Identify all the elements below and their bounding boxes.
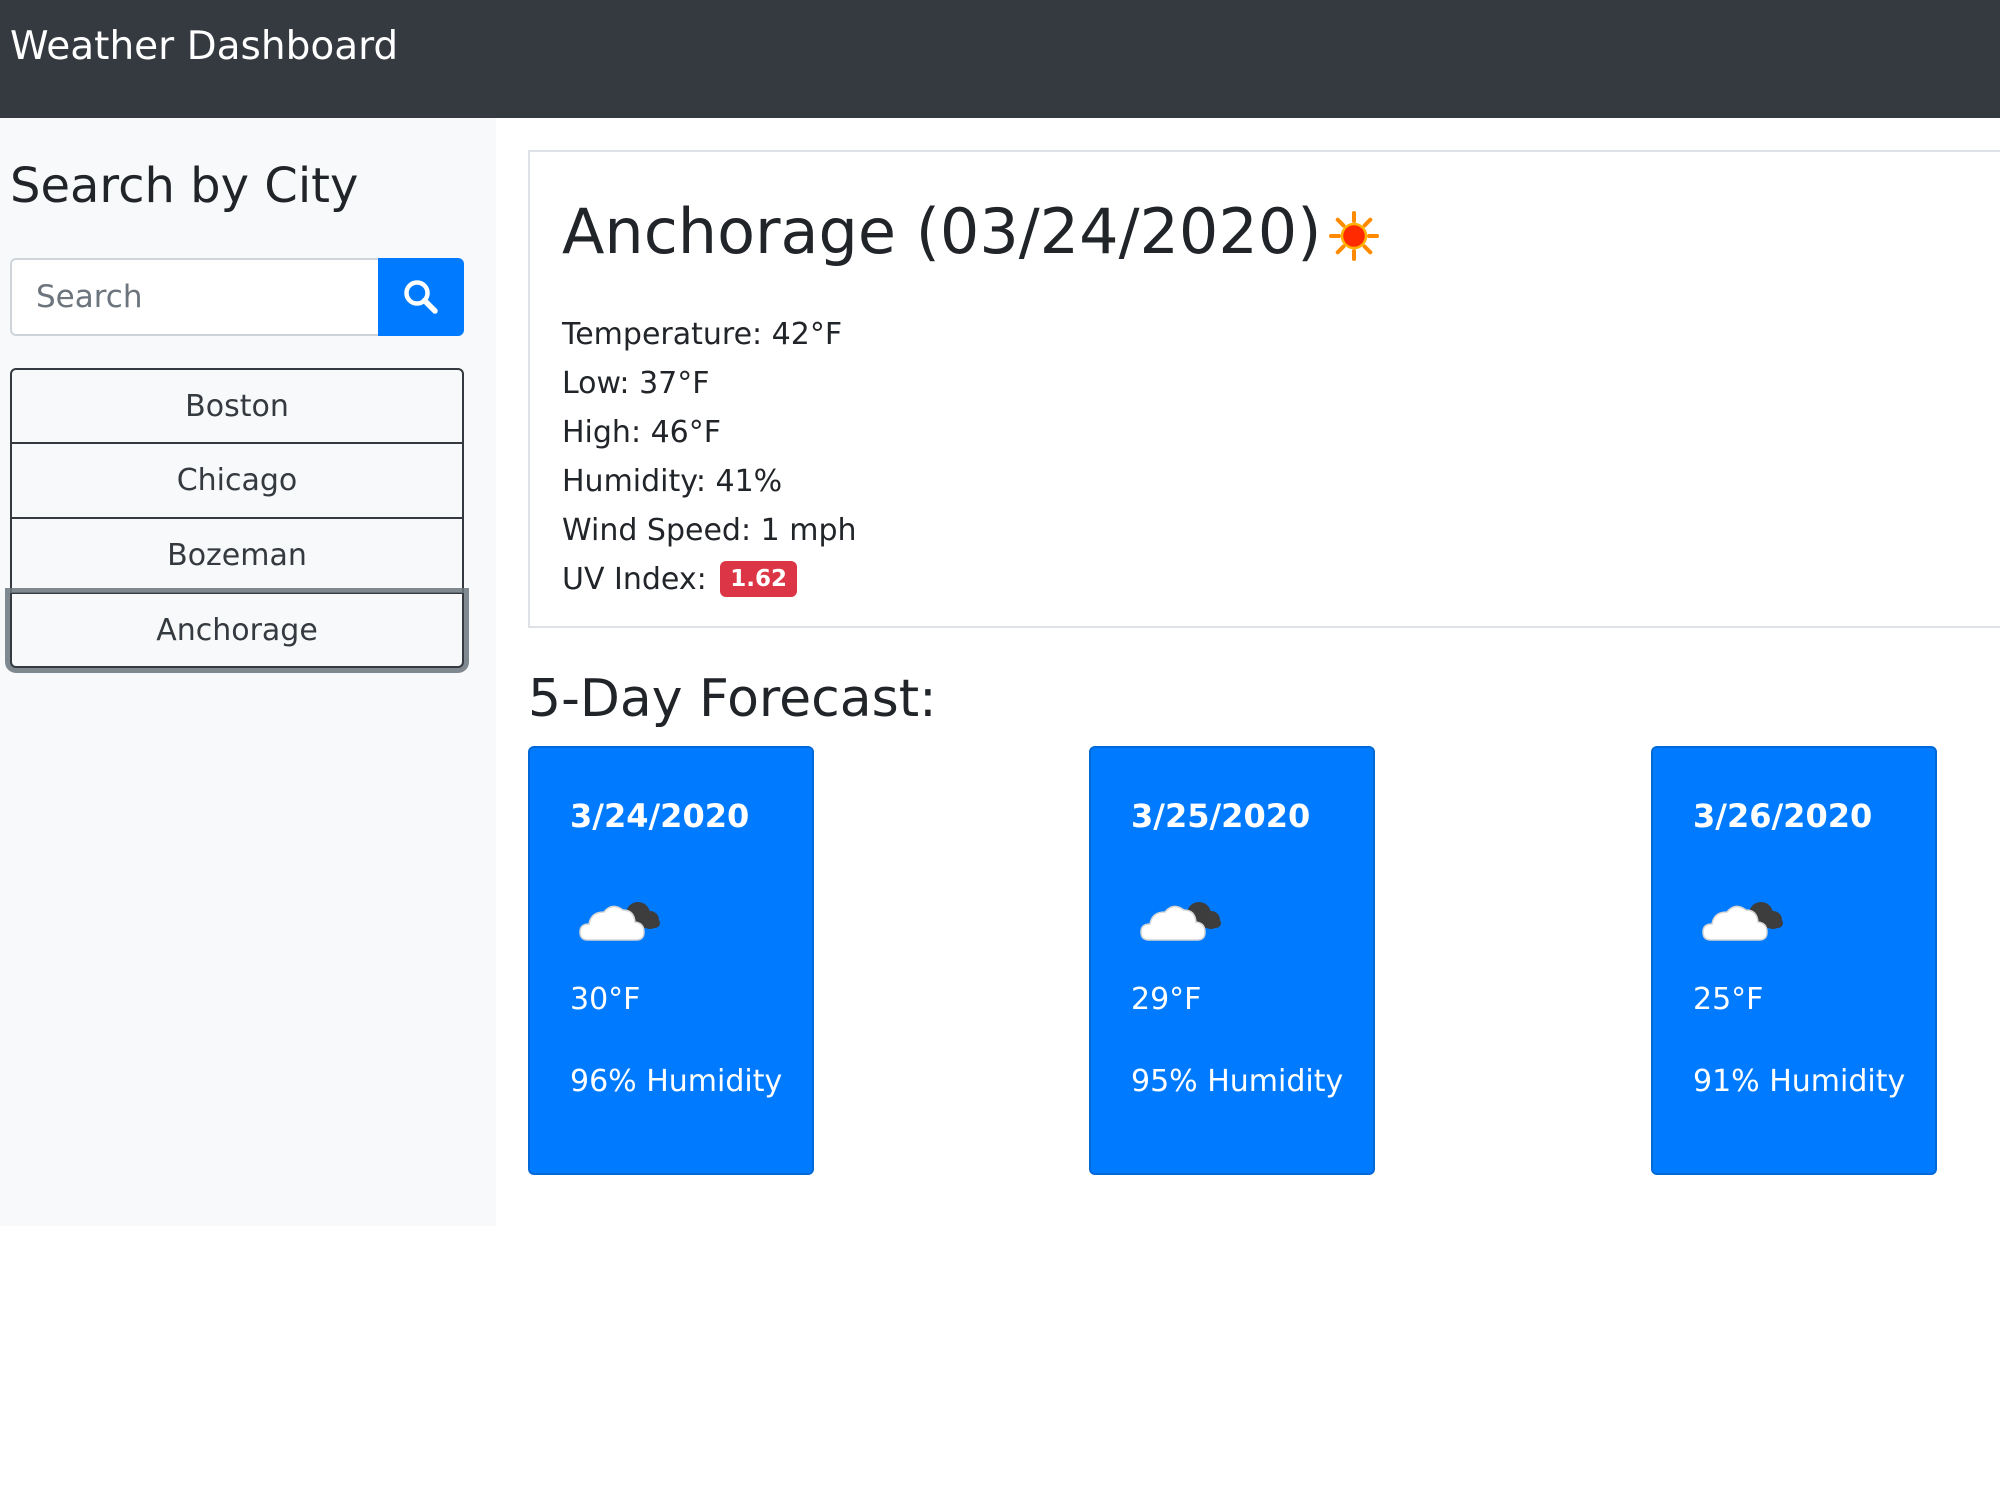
current-weather-card: Anchorage (03/24/2020) Temperature: 42°F… (528, 150, 2000, 628)
navbar-brand[interactable]: Weather Dashboard (10, 22, 398, 72)
city-button-chicago[interactable]: Chicago (10, 443, 464, 518)
search-input[interactable] (10, 258, 378, 336)
forecast-temp: 25°F (1693, 982, 1764, 1017)
forecast-temp: 29°F (1131, 982, 1202, 1017)
search-group (10, 258, 464, 336)
city-button-bozeman[interactable]: Bozeman (10, 518, 464, 593)
sidebar: Search by City Boston Chicago Bozeman An… (0, 118, 496, 1226)
humidity-text: Humidity: 41% (562, 464, 783, 499)
forecast-date: 3/26/2020 (1693, 797, 1873, 835)
forecast-humidity: 91% Humidity (1693, 1064, 1906, 1099)
search-icon (404, 280, 438, 314)
forecast-humidity: 95% Humidity (1131, 1064, 1344, 1099)
cloud-icon (1702, 902, 1783, 941)
forecast-title: 5-Day Forecast: (528, 669, 937, 729)
forecast-humidity: 96% Humidity (570, 1064, 783, 1099)
uv-index-badge: 1.62 (720, 561, 798, 597)
forecast-card: 3/26/2020 25°F 91% Humidity (1651, 746, 1937, 1175)
forecast-date: 3/24/2020 (570, 797, 750, 835)
forecast-temp: 30°F (570, 982, 641, 1017)
sun-icon (1329, 211, 1379, 261)
wind-speed-text: Wind Speed: 1 mph (562, 513, 857, 548)
uv-index-line: UV Index: 1.62 (562, 555, 857, 604)
forecast-card: 3/24/2020 30°F 96% Humidity (528, 746, 814, 1175)
temperature-text: Temperature: 42°F (562, 317, 843, 352)
city-button-anchorage[interactable]: Anchorage (10, 593, 464, 668)
cloud-icon (1140, 902, 1221, 941)
city-list: Boston Chicago Bozeman Anchorage (10, 368, 464, 668)
high-text: High: 46°F (562, 415, 722, 450)
navbar: Weather Dashboard (0, 0, 2000, 118)
current-city-title: Anchorage (03/24/2020) (562, 195, 1322, 268)
forecast-card: 3/25/2020 29°F 95% Humidity (1089, 746, 1375, 1175)
search-button[interactable] (378, 258, 464, 336)
cloud-icon (579, 902, 660, 941)
sidebar-title: Search by City (10, 158, 359, 214)
current-stats: Temperature: 42°F Low: 37°F High: 46°F H… (562, 310, 857, 604)
forecast-date: 3/25/2020 (1131, 797, 1311, 835)
low-text: Low: 37°F (562, 366, 710, 401)
city-button-boston[interactable]: Boston (10, 368, 464, 443)
uv-index-label: UV Index: (562, 562, 707, 597)
